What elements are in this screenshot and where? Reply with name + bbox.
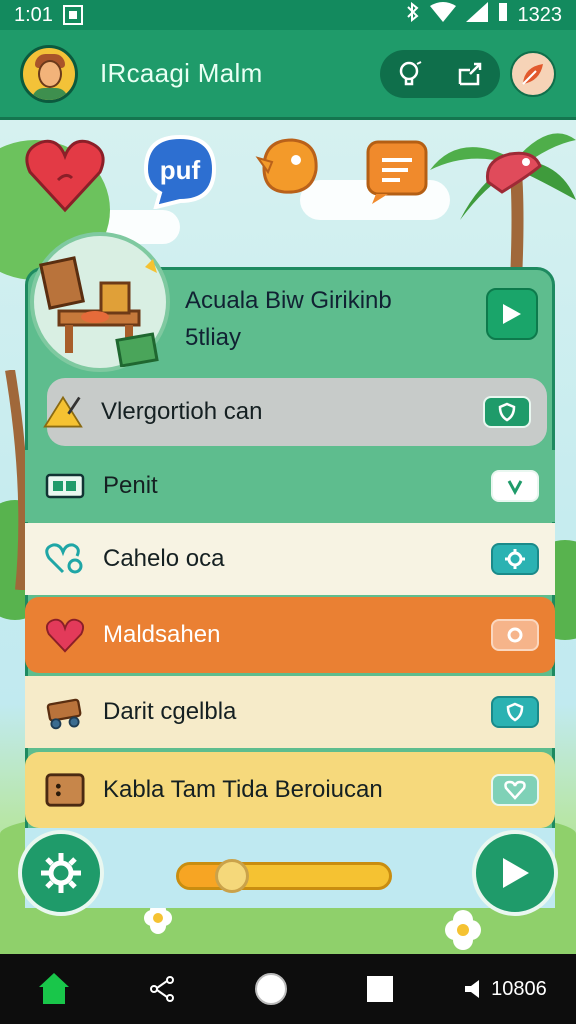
bird-app-icon[interactable] [254,132,324,202]
screenshot-icon [62,5,83,25]
signal-icon [465,2,488,28]
menu-item-label: Penit [103,472,158,499]
home-nav-button[interactable] [29,964,79,1014]
wifi-icon [429,2,456,28]
menu-item-action-button[interactable] [483,396,531,428]
warning-icon [43,392,83,432]
toolbar [380,49,556,98]
menu-item-action-button[interactable] [491,696,539,728]
settings-button[interactable] [18,830,104,916]
heart-icon [45,615,85,655]
menu-item-action-button[interactable] [491,470,539,502]
nav-status: 10806 [463,964,547,1014]
app-bar: IRcaagi Malm [0,30,576,120]
hero-illustration [30,232,170,372]
heart-check-icon [504,780,526,800]
parrot-app-icon[interactable] [480,142,544,202]
status-time: 1:01 [14,3,53,26]
app-title: IRcaagi Malm [100,58,263,88]
menu-item-4[interactable]: Maldsahen [25,597,555,673]
play-icon [503,304,521,324]
menu-item-6[interactable]: Kabla Tam Tida Beroiucan [25,752,555,828]
status-bar: 1:01 1323 [0,0,576,30]
battery-icon [498,2,508,28]
leaf-icon [522,63,543,85]
menu-item-5[interactable]: Darit cgelbla [25,676,555,748]
volume-icon [465,980,480,998]
home-icon [37,973,71,1005]
hero-title-line2: 5tliay [185,324,242,351]
menu-item-label: Cahelo oca [103,545,225,572]
menu-item-action-button[interactable] [491,619,539,651]
chat-bubble-app-icon[interactable]: puf [142,133,218,209]
heart-outline-icon [45,539,85,579]
square-icon [366,976,393,1002]
lightbulb-icon [399,60,422,85]
menu-item-2[interactable]: Penit [25,450,555,522]
menu-item-3[interactable]: Cahelo oca [25,523,555,595]
bluetooth-icon [406,1,420,28]
lightbulb-button[interactable] [392,56,428,92]
check-v-icon [507,480,523,496]
share-nav-button[interactable] [138,964,188,1014]
menu-item-label: Darit cgelbla [103,698,237,725]
shield-icon [498,402,516,422]
ring-icon [507,627,523,643]
workshop-icon [39,256,159,367]
hero-play-button[interactable] [486,288,538,340]
menu-item-1[interactable]: Vlergortioh can [43,378,547,446]
share-nodes-icon [149,976,174,1002]
gear-small-icon [505,549,525,569]
toolbar-pill [380,49,500,98]
flower-icon [445,910,481,950]
menu-item-label: Kabla Tam Tida Beroiucan [103,776,383,803]
heart-app-icon[interactable] [22,132,108,218]
notes-app-icon[interactable] [362,138,434,206]
share-button[interactable] [452,56,488,92]
menu-item-action-button[interactable] [491,774,539,806]
recents-button[interactable] [355,964,405,1014]
menu-item-action-button[interactable] [491,543,539,575]
progress-slider[interactable] [176,859,392,893]
hero-title-line1: Acuala Biw Girikinb [185,287,392,314]
card-icon [45,466,85,506]
home-circle-button[interactable] [246,964,296,1014]
slider-knob[interactable] [214,859,249,893]
box-icon [45,770,85,810]
circle-icon [255,973,288,1005]
menu-item-label: Vlergortioh can [101,398,263,425]
system-nav-bar: 10806 [0,954,576,1024]
play-icon [503,858,529,888]
shield-icon [506,702,524,722]
share-icon [458,62,482,85]
gear-icon [41,853,81,893]
menu-item-label: Maldsahen [103,621,221,648]
nav-status-text: 10806 [491,977,547,1000]
profile-avatar[interactable] [20,44,78,103]
status-right-text: 1323 [517,3,563,26]
leaf-avatar-button[interactable] [510,50,556,97]
hero-title: Acuala Biw Girikinb 5tliay [185,282,475,356]
cart-icon [45,692,85,732]
svg-text:puf: puf [160,155,201,185]
play-button[interactable] [472,830,558,916]
